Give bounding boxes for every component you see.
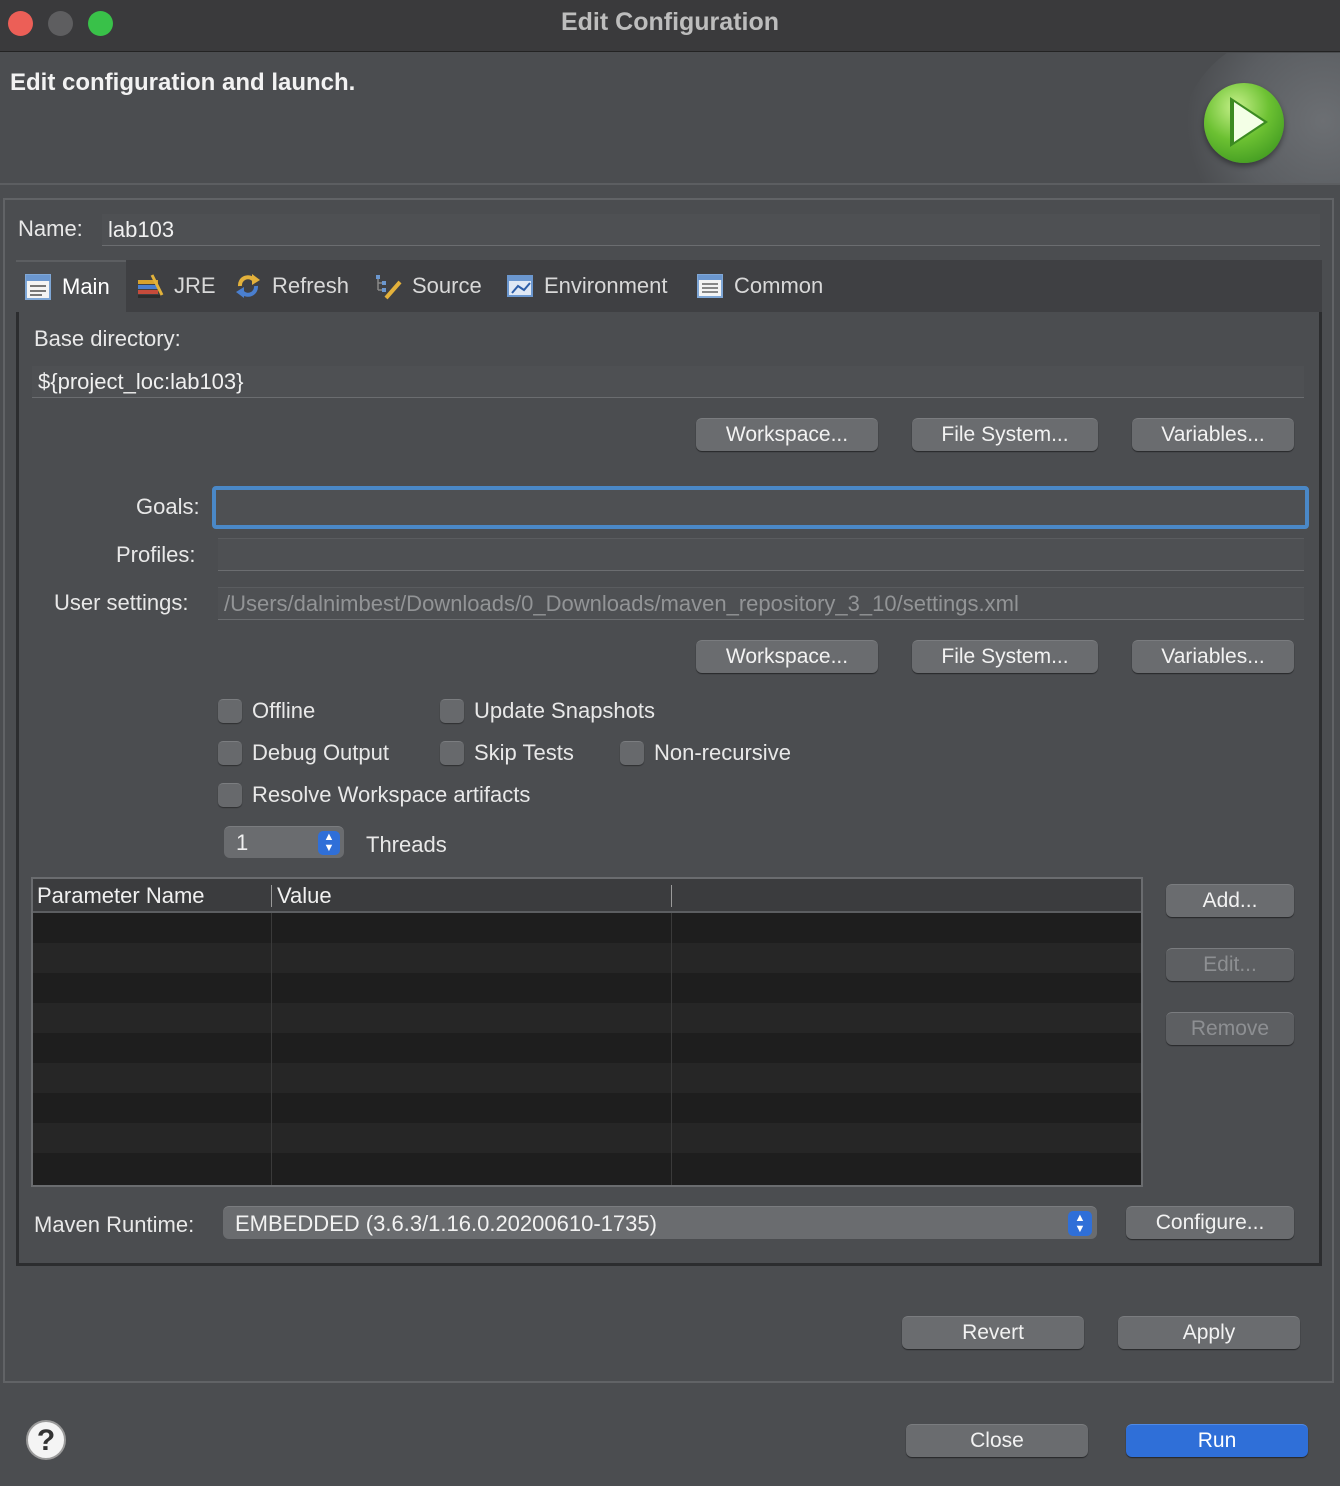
debug-output-checkbox[interactable]: Debug Output xyxy=(218,740,389,766)
profiles-input[interactable] xyxy=(218,538,1304,571)
threads-stepper[interactable]: 1 ▲ ▼ xyxy=(224,826,344,858)
jre-icon xyxy=(136,272,164,300)
tab-refresh[interactable]: Refresh xyxy=(226,260,357,312)
configure-button[interactable]: Configure... xyxy=(1126,1206,1294,1239)
revert-button[interactable]: Revert xyxy=(902,1316,1084,1349)
user-settings-input[interactable]: /Users/dalnimbest/Downloads/0_Downloads/… xyxy=(218,587,1304,620)
non-recursive-checkbox-box[interactable] xyxy=(620,741,644,765)
parameters-table[interactable]: Parameter Name Value xyxy=(31,877,1143,1187)
maven-runtime-select[interactable]: EMBEDDED (3.6.3/1.16.0.20200610-1735) ▲ ▼ xyxy=(223,1206,1097,1239)
tab-main[interactable]: Main xyxy=(16,260,126,312)
remove-parameter-button[interactable]: Remove xyxy=(1166,1012,1294,1045)
settings-variables-button[interactable]: Variables... xyxy=(1132,640,1294,673)
table-row[interactable] xyxy=(33,1063,1141,1093)
user-settings-label: User settings: xyxy=(54,590,189,615)
table-row[interactable] xyxy=(33,1123,1141,1153)
base-directory-label: Base directory: xyxy=(34,326,181,351)
threads-value: 1 xyxy=(236,830,249,855)
threads-label: Threads xyxy=(366,832,447,857)
close-button[interactable]: Close xyxy=(906,1424,1088,1457)
environment-icon xyxy=(506,272,534,300)
main-tab-icon xyxy=(24,273,52,301)
base-file-system-button[interactable]: File System... xyxy=(912,418,1098,451)
table-row[interactable] xyxy=(33,913,1141,943)
non-recursive-label: Non-recursive xyxy=(654,740,791,765)
tab-source-label: Source xyxy=(412,273,482,298)
resolve-workspace-checkbox[interactable]: Resolve Workspace artifacts xyxy=(218,782,530,808)
apply-button[interactable]: Apply xyxy=(1118,1316,1300,1349)
settings-file-system-button[interactable]: File System... xyxy=(912,640,1098,673)
table-row[interactable] xyxy=(33,1033,1141,1063)
resolve-workspace-label: Resolve Workspace artifacts xyxy=(252,782,531,807)
column-gridline xyxy=(271,913,272,1185)
name-label: Name: xyxy=(18,216,83,241)
stepper-arrows-icon[interactable]: ▲ ▼ xyxy=(318,831,340,855)
window-title: Edit Configuration xyxy=(560,8,780,36)
tab-jre[interactable]: JRE xyxy=(128,260,224,312)
tab-jre-label: JRE xyxy=(174,273,216,298)
column-parameter-name[interactable]: Parameter Name xyxy=(37,883,205,909)
settings-workspace-button[interactable]: Workspace... xyxy=(696,640,878,673)
debug-output-label: Debug Output xyxy=(252,740,389,765)
refresh-icon xyxy=(234,272,262,300)
dialog-banner: Edit configuration and launch. xyxy=(0,53,1340,185)
maven-runtime-label: Maven Runtime: xyxy=(34,1212,195,1237)
banner-message: Edit configuration and launch. xyxy=(10,69,356,96)
edit-parameter-button[interactable]: Edit... xyxy=(1166,948,1294,981)
table-row[interactable] xyxy=(33,973,1141,1003)
tab-common-label: Common xyxy=(734,273,824,298)
table-header: Parameter Name Value xyxy=(33,879,1141,913)
profiles-label: Profiles: xyxy=(116,542,196,567)
base-variables-button[interactable]: Variables... xyxy=(1132,418,1294,451)
run-icon xyxy=(1204,83,1284,163)
offline-checkbox-box[interactable] xyxy=(218,699,242,723)
offline-label: Offline xyxy=(252,698,316,723)
source-icon xyxy=(374,272,402,300)
column-gridline xyxy=(671,913,672,1185)
skip-tests-checkbox[interactable]: Skip Tests xyxy=(440,740,574,766)
tab-refresh-label: Refresh xyxy=(272,273,350,298)
base-directory-field[interactable]: ${project_loc:lab103} xyxy=(32,366,1304,398)
goals-label: Goals: xyxy=(136,494,200,519)
update-snapshots-label: Update Snapshots xyxy=(474,698,656,723)
tab-bar: Main JRE Refresh Source Environment Comm… xyxy=(16,260,1322,312)
non-recursive-checkbox[interactable]: Non-recursive xyxy=(620,740,791,766)
tab-main-label: Main xyxy=(62,274,110,299)
update-snapshots-checkbox[interactable]: Update Snapshots xyxy=(440,698,655,724)
tab-environment[interactable]: Environment xyxy=(498,260,676,312)
tab-common[interactable]: Common xyxy=(688,260,831,312)
run-button[interactable]: Run xyxy=(1126,1424,1308,1457)
offline-checkbox[interactable]: Offline xyxy=(218,698,315,724)
tab-source[interactable]: Source xyxy=(366,260,490,312)
column-divider[interactable] xyxy=(671,885,672,907)
tab-environment-label: Environment xyxy=(544,273,668,298)
table-row[interactable] xyxy=(33,943,1141,973)
add-parameter-button[interactable]: Add... xyxy=(1166,884,1294,917)
base-workspace-button[interactable]: Workspace... xyxy=(696,418,878,451)
title-bar: Edit Configuration xyxy=(0,0,1340,52)
table-row[interactable] xyxy=(33,1003,1141,1033)
update-snapshots-checkbox-box[interactable] xyxy=(440,699,464,723)
maven-runtime-value: EMBEDDED (3.6.3/1.16.0.20200610-1735) xyxy=(235,1211,657,1236)
skip-tests-label: Skip Tests xyxy=(474,740,574,765)
select-arrows-icon[interactable]: ▲ ▼ xyxy=(1068,1211,1092,1236)
table-row[interactable] xyxy=(33,1153,1141,1183)
skip-tests-checkbox-box[interactable] xyxy=(440,741,464,765)
debug-output-checkbox-box[interactable] xyxy=(218,741,242,765)
table-row[interactable] xyxy=(33,1093,1141,1123)
goals-input[interactable] xyxy=(212,486,1309,529)
help-icon[interactable]: ? xyxy=(26,1420,66,1460)
column-value[interactable]: Value xyxy=(277,883,332,909)
column-divider[interactable] xyxy=(271,885,272,907)
name-field[interactable]: lab103 xyxy=(102,214,1320,246)
resolve-workspace-checkbox-box[interactable] xyxy=(218,783,242,807)
common-icon xyxy=(696,272,724,300)
